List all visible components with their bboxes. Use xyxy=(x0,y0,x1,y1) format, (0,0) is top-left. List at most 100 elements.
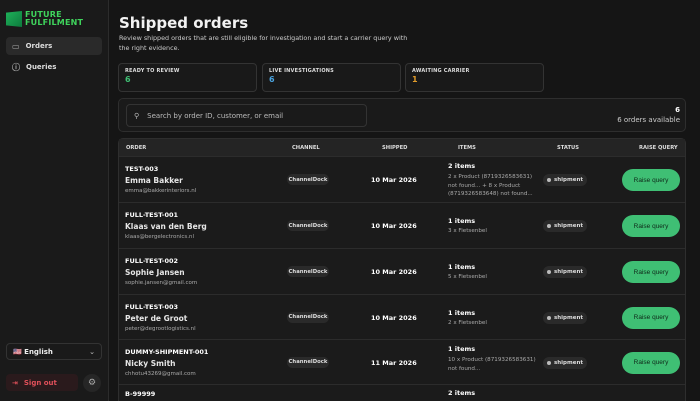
stat-awaiting-carrier: AWAITING CARRIER1 xyxy=(405,63,544,92)
sign-out-label: Sign out xyxy=(24,379,57,387)
sidebar-item-label: Orders xyxy=(26,42,53,50)
col-shipped: SHIPPED xyxy=(382,145,407,151)
table-row: FULL-TEST-001 Klaas van den Berg klaas@be… xyxy=(119,202,685,248)
sidebar-item-queries[interactable]: ⓘ Queries xyxy=(6,58,102,76)
status-label: shipment xyxy=(554,315,583,321)
customer-name: Nicky Smith xyxy=(125,359,176,368)
status-dot-icon xyxy=(547,178,551,182)
stat-label: LIVE INVESTIGATIONS xyxy=(269,68,394,74)
status-badge: shipment xyxy=(543,357,587,369)
status-label: shipment xyxy=(554,177,583,183)
sign-out-button[interactable]: ⇥ Sign out xyxy=(6,374,78,391)
order-id[interactable]: B-99999 xyxy=(125,390,155,398)
search-input[interactable]: ⚲ Search by order ID, customer, or email xyxy=(126,104,367,127)
channel-badge: ChannelDock xyxy=(287,312,329,323)
items-detail: 2 x Fietsenbel xyxy=(448,319,540,328)
col-raise-query: RAISE QUERY xyxy=(639,145,678,151)
table-row: DUMMY-SHIPMENT-001 Nicky Smith chhotu4326… xyxy=(119,339,685,384)
orders-table: ORDER CHANNEL SHIPPED ITEMS STATUS RAISE… xyxy=(118,138,686,401)
customer-name: Peter de Groot xyxy=(125,314,187,323)
raise-query-button[interactable]: Raise query xyxy=(622,307,680,329)
table-row: B-99999 2 items xyxy=(119,384,685,401)
raise-query-button[interactable]: Raise query xyxy=(622,352,680,374)
logout-icon: ⇥ xyxy=(12,379,18,387)
shipped-date: 10 Mar 2026 xyxy=(371,222,417,230)
customer-email: chhotu43269@gmail.com xyxy=(125,371,196,377)
status-dot-icon xyxy=(547,316,551,320)
items-detail: 2 x Product (8719326583631) not found...… xyxy=(448,173,540,199)
status-badge: shipment xyxy=(543,174,587,186)
raise-query-button[interactable]: Raise query xyxy=(622,215,680,237)
status-dot-icon xyxy=(547,361,551,365)
channel-badge: ChannelDock xyxy=(287,357,329,368)
order-id[interactable]: FULL-TEST-002 xyxy=(125,257,178,265)
customer-email: emma@bakkerinteriors.nl xyxy=(125,188,196,194)
items-count: 1 items xyxy=(448,309,475,317)
status-badge: shipment xyxy=(543,312,587,324)
items-count: 1 items xyxy=(448,263,475,271)
status-dot-icon xyxy=(547,270,551,274)
customer-name: Emma Bakker xyxy=(125,176,183,185)
table-row: TEST-003 Emma Bakker emma@bakkerinteriors… xyxy=(119,156,685,202)
monitor-icon: ▭ xyxy=(12,42,20,51)
order-id[interactable]: FULL-TEST-003 xyxy=(125,303,178,311)
stat-label: AWAITING CARRIER xyxy=(412,68,537,74)
stat-value: 1 xyxy=(412,75,537,84)
stat-label: READY TO REVIEW xyxy=(125,68,250,74)
items-count: 1 items xyxy=(448,345,475,353)
items-detail: 5 x Fietsenbel xyxy=(448,273,540,282)
order-id[interactable]: FULL-TEST-001 xyxy=(125,211,178,219)
order-count: 6 xyxy=(675,106,680,114)
flag-icon: 🇺🇸 xyxy=(13,348,22,356)
page-title: Shipped orders xyxy=(119,14,248,32)
shipped-date: 10 Mar 2026 xyxy=(371,268,417,276)
settings-button[interactable]: ⚙ xyxy=(83,374,101,392)
chevron-down-icon: ⌄ xyxy=(89,348,95,356)
sidebar: FUTUREFULFILMENT ▭ Orders ⓘ Queries 🇺🇸 Eng… xyxy=(0,0,109,401)
page-description: Review shipped orders that are still eli… xyxy=(119,33,419,53)
col-order: ORDER xyxy=(126,145,146,151)
status-label: shipment xyxy=(554,360,583,366)
items-detail: 10 x Product (8719326583631) not found..… xyxy=(448,356,540,373)
search-placeholder: Search by order ID, customer, or email xyxy=(147,112,283,120)
col-items: ITEMS xyxy=(458,145,476,151)
brand-line2: FULFILMENT xyxy=(25,19,83,27)
order-id[interactable]: TEST-003 xyxy=(125,165,158,173)
items-detail: 3 x Fietsenbel xyxy=(448,227,540,236)
orders-available-text: 6 orders available xyxy=(617,116,680,124)
search-icon: ⚲ xyxy=(134,112,139,120)
language-label: English xyxy=(24,348,53,356)
search-panel: ⚲Search by order ID, customer, or email … xyxy=(118,98,686,132)
customer-email: klaas@bergelectronics.nl xyxy=(125,234,194,240)
items-count: 2 items xyxy=(448,162,475,170)
language-select[interactable]: 🇺🇸 English ⌄ xyxy=(6,343,102,360)
sidebar-item-orders[interactable]: ▭ Orders xyxy=(6,37,102,55)
raise-query-button[interactable]: Raise query xyxy=(622,261,680,283)
customer-name: Klaas van den Berg xyxy=(125,222,207,231)
customer-email: sophie.jansen@gmail.com xyxy=(125,280,197,286)
stat-live-investigations: LIVE INVESTIGATIONS6 xyxy=(262,63,401,92)
status-badge: shipment xyxy=(543,220,587,232)
channel-badge: ChannelDock xyxy=(287,174,329,185)
query-icon: ⓘ xyxy=(12,62,20,73)
items-count: 2 items xyxy=(448,389,475,397)
shipped-date: 11 Mar 2026 xyxy=(371,359,417,367)
table-header: ORDER CHANNEL SHIPPED ITEMS STATUS RAISE… xyxy=(119,139,685,156)
logo-icon xyxy=(6,11,22,27)
status-badge: shipment xyxy=(543,266,587,278)
raise-query-button[interactable]: Raise query xyxy=(622,169,680,191)
status-label: shipment xyxy=(554,269,583,275)
sidebar-item-label: Queries xyxy=(26,63,56,71)
shipped-date: 10 Mar 2026 xyxy=(371,314,417,322)
logo: FUTUREFULFILMENT xyxy=(6,11,83,27)
customer-name: Sophie Jansen xyxy=(125,268,185,277)
status-dot-icon xyxy=(547,224,551,228)
order-id[interactable]: DUMMY-SHIPMENT-001 xyxy=(125,348,208,356)
status-label: shipment xyxy=(554,223,583,229)
stat-ready-to-review: READY TO REVIEW6 xyxy=(118,63,257,92)
items-count: 1 items xyxy=(448,217,475,225)
col-status: STATUS xyxy=(557,145,579,151)
channel-badge: ChannelDock xyxy=(287,266,329,277)
table-row: FULL-TEST-002 Sophie Jansen sophie.jansen… xyxy=(119,248,685,294)
customer-email: peter@degrootlogistics.nl xyxy=(125,326,196,332)
